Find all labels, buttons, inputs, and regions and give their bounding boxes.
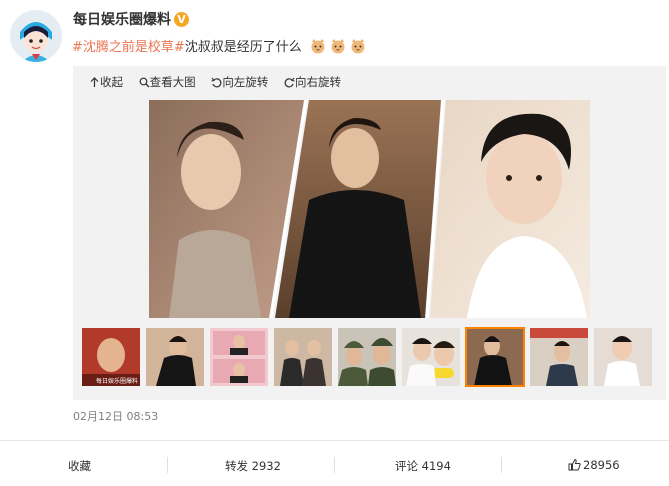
comment-button[interactable]: 评论 4194 (395, 458, 451, 474)
cat-face-icon (351, 39, 365, 54)
thumbnail-4[interactable] (274, 328, 332, 386)
verified-badge-icon: V (174, 12, 189, 27)
rotate-left-label[interactable]: 向左旋转 (222, 74, 268, 90)
thumbnail-7[interactable] (465, 327, 525, 387)
cat-face-icon (331, 39, 345, 54)
thumbs-up-icon (568, 458, 581, 471)
divider (334, 457, 335, 473)
collapse-label[interactable]: 收起 (100, 74, 123, 90)
post-text: #沈腾之前是校草#沈叔叔是经历了什么 (72, 36, 366, 55)
like-count[interactable]: 28956 (583, 458, 620, 472)
username-text[interactable]: 每日娱乐圈爆料 (73, 12, 171, 28)
collapse-arrow-icon (90, 76, 99, 87)
search-icon (139, 77, 150, 87)
thumbnail-8[interactable] (530, 328, 588, 386)
action-bar: 收藏 转发 2932 评论 4194 28956 (0, 440, 669, 486)
favorite-button[interactable]: 收藏 (68, 458, 91, 474)
collapse-button[interactable]: 收起 (89, 74, 123, 90)
photo-watermark: @每日娱乐圈爆料 (471, 295, 559, 309)
main-photo[interactable]: @每日娱乐圈爆料 (149, 100, 590, 318)
rotate-right-label[interactable]: 向右旋转 (295, 74, 341, 90)
topic-link[interactable]: #沈腾之前是校草# (72, 40, 185, 55)
post-body-text: 沈叔叔是经历了什么 (184, 40, 302, 55)
view-large-label[interactable]: 查看大图 (150, 74, 196, 90)
view-large-button[interactable]: 查看大图 (139, 74, 196, 90)
rotate-left-icon (211, 77, 222, 87)
cat-face-icon (311, 39, 325, 54)
thumbnail-3[interactable] (210, 328, 268, 386)
thumbnail-6[interactable] (402, 328, 460, 386)
like-button[interactable]: 28956 (568, 458, 620, 472)
rotate-right-button[interactable]: 向右旋转 (284, 74, 341, 90)
username[interactable]: 每日娱乐圈爆料 V (73, 9, 189, 29)
rotate-right-icon (284, 77, 295, 87)
thumbnail-2[interactable] (146, 328, 204, 386)
media-toolbar: 收起 查看大图 向左旋转 向右旋转 (89, 74, 353, 91)
thumbnail-5[interactable] (338, 328, 396, 386)
thumbnail-9[interactable] (594, 328, 652, 386)
rotate-left-button[interactable]: 向左旋转 (211, 74, 268, 90)
thumbnail-1[interactable]: 每日娱乐圈爆料 (82, 328, 140, 386)
avatar[interactable] (10, 10, 62, 62)
thumbnail-watermark: 每日娱乐圈爆料 (96, 377, 138, 385)
divider (167, 457, 168, 473)
repost-button[interactable]: 转发 2932 (225, 458, 281, 474)
post-timestamp[interactable]: 02月12日 08:53 (73, 408, 158, 424)
media-viewer: 收起 查看大图 向左旋转 向右旋转 @每日娱乐圈爆料 每日娱乐圈爆料 (73, 66, 666, 400)
divider (501, 457, 502, 473)
